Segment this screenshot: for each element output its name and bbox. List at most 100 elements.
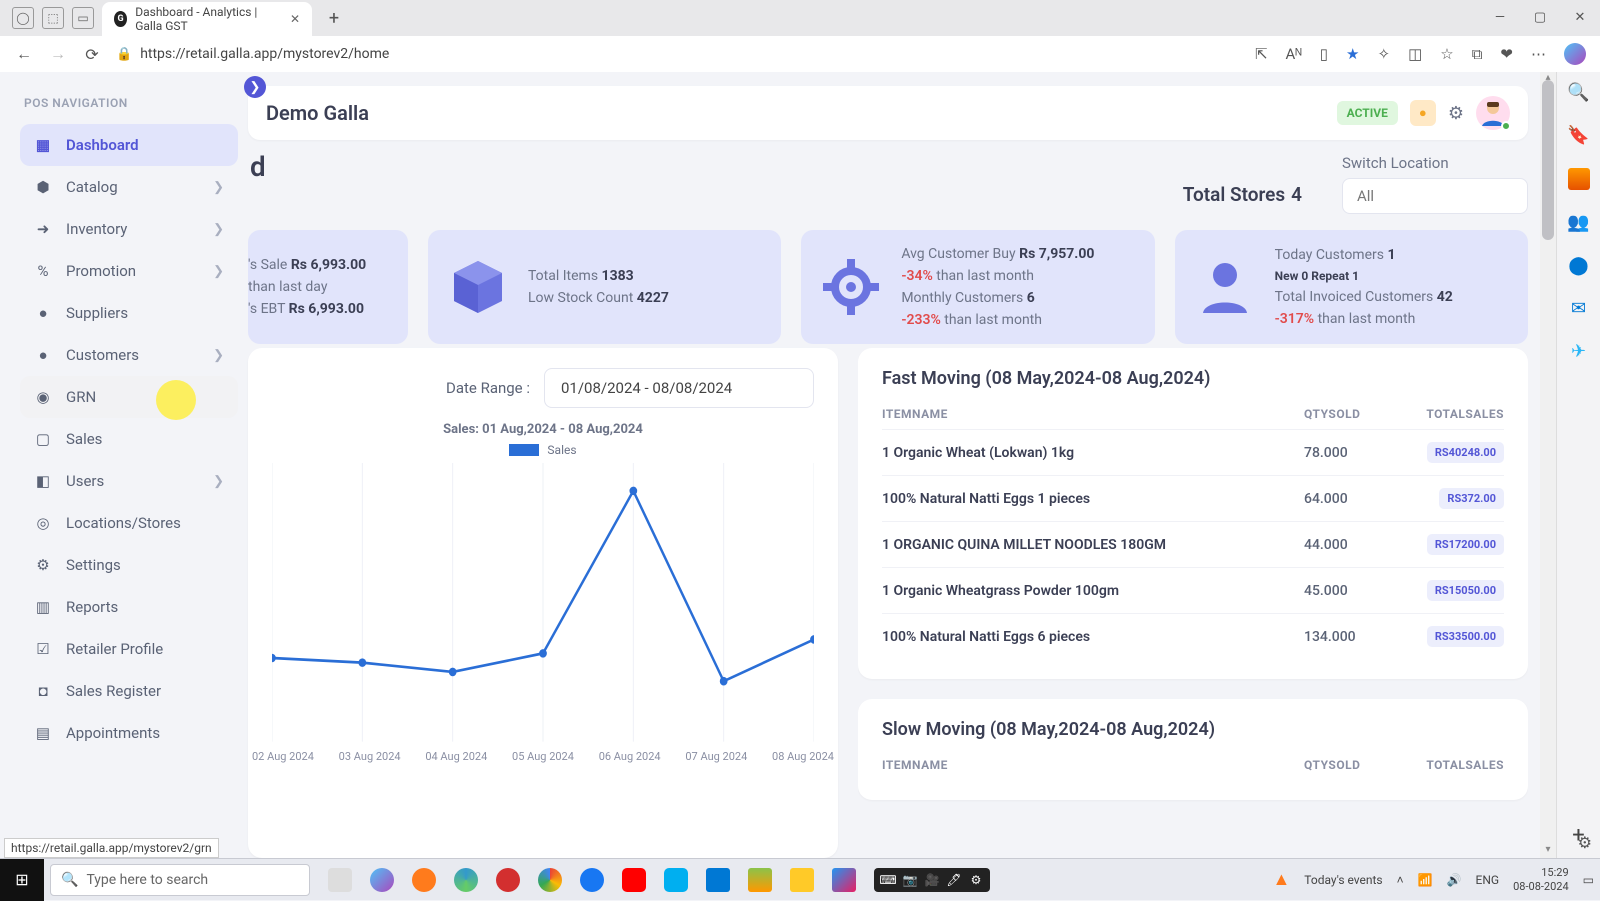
sidebar-item-sales-register[interactable]: ◘Sales Register bbox=[20, 670, 238, 712]
favorite-icon[interactable]: ★ bbox=[1346, 45, 1359, 63]
shopping-tag-icon[interactable]: 🔖 bbox=[1567, 125, 1589, 146]
browser-tab[interactable]: G Dashboard - Analytics | Galla GST ✕ bbox=[102, 2, 312, 36]
switch-location-label: Switch Location bbox=[1342, 154, 1528, 172]
capture-toolbar[interactable]: ⌨📷🎥🖊⚙ bbox=[874, 868, 990, 892]
sidebar-item-sales[interactable]: ▢Sales bbox=[20, 418, 238, 460]
presence-dot-icon bbox=[1501, 121, 1511, 131]
nav-label: GRN bbox=[66, 388, 96, 406]
network-icon[interactable]: 📶 bbox=[1418, 873, 1433, 887]
app-icon-2[interactable] bbox=[832, 868, 856, 892]
scroll-thumb[interactable] bbox=[1542, 80, 1554, 240]
notifications-icon[interactable]: ▭ bbox=[1583, 873, 1594, 887]
more-icon[interactable]: ⋯ bbox=[1531, 45, 1546, 63]
weather-icon[interactable]: ▲ bbox=[1272, 869, 1290, 890]
minimize-button[interactable]: — bbox=[1486, 4, 1514, 30]
top-meta: Total Stores 4 Switch Location All bbox=[248, 154, 1528, 214]
edge-settings-icon[interactable]: ⚙ bbox=[1578, 833, 1592, 852]
nav-toggle-button[interactable]: ❯ bbox=[244, 76, 266, 98]
facebook-icon[interactable] bbox=[580, 868, 604, 892]
skype-icon[interactable] bbox=[664, 868, 688, 892]
status-badge: ACTIVE bbox=[1337, 101, 1398, 125]
avatar[interactable] bbox=[1476, 96, 1510, 130]
send-icon[interactable]: ✈ bbox=[1571, 341, 1586, 362]
copilot-icon[interactable] bbox=[1564, 43, 1586, 65]
nav-label: Locations/Stores bbox=[66, 514, 181, 532]
reader-icon[interactable]: ▯ bbox=[1320, 45, 1328, 63]
firefox-icon[interactable] bbox=[412, 868, 436, 892]
sidebar-item-appointments[interactable]: ▤ Appointments bbox=[20, 712, 238, 754]
scroll-down-icon[interactable]: ▾ bbox=[1540, 844, 1556, 858]
chrome-icon[interactable] bbox=[538, 868, 562, 892]
tab-actions-icon[interactable]: ▭ bbox=[72, 7, 94, 29]
edge-icon[interactable] bbox=[454, 868, 478, 892]
nav-icon: ● bbox=[34, 346, 52, 364]
nav-icon: ◎ bbox=[34, 514, 52, 532]
favorites-bar-icon[interactable]: ☆ bbox=[1440, 45, 1453, 63]
profile-icon[interactable]: ◯ bbox=[12, 7, 34, 29]
shopping-icon[interactable]: ❤ bbox=[1500, 45, 1513, 63]
sidebar-item-locations-stores[interactable]: ◎ Locations/Stores bbox=[20, 502, 238, 544]
url-box[interactable]: 🔒 https://retail.galla.app/mystorev2/hom… bbox=[116, 46, 389, 62]
open-external-icon[interactable]: ⇱ bbox=[1255, 45, 1268, 63]
x-tick: 07 Aug 2024 bbox=[685, 750, 747, 763]
refresh-button[interactable]: ⟳ bbox=[82, 44, 102, 64]
search-icon[interactable]: 🔍 bbox=[1567, 82, 1589, 103]
tab-close-icon[interactable]: ✕ bbox=[290, 12, 300, 26]
sidebar-item-reports[interactable]: ▥Reports bbox=[20, 586, 238, 628]
sidebar-item-promotion[interactable]: %Promotion❯ bbox=[20, 250, 238, 292]
tools-icon[interactable] bbox=[1568, 168, 1590, 190]
nav-icon: % bbox=[34, 262, 52, 280]
office-icon[interactable]: ⬤ bbox=[1568, 255, 1588, 276]
taskbar-search[interactable]: 🔍 Type here to search bbox=[50, 864, 310, 896]
nav-heading: POS NAVIGATION bbox=[24, 96, 238, 110]
copilot-taskbar-icon[interactable] bbox=[370, 868, 394, 892]
workspaces-icon[interactable]: ⬚ bbox=[42, 7, 64, 29]
sidebar-item-customers[interactable]: ●Customers❯ bbox=[20, 334, 238, 376]
extensions-icon[interactable]: ✧ bbox=[1377, 45, 1390, 63]
task-view-icon[interactable] bbox=[328, 868, 352, 892]
explorer-icon[interactable] bbox=[790, 868, 814, 892]
x-tick: 06 Aug 2024 bbox=[599, 750, 661, 763]
switch-location-select[interactable]: All bbox=[1342, 178, 1528, 214]
main-row: Date Range : 01/08/2024 - 08/08/2024 Sal… bbox=[248, 348, 1528, 858]
record-icon[interactable] bbox=[496, 868, 520, 892]
language-indicator[interactable]: ENG bbox=[1476, 873, 1500, 887]
outlook-icon[interactable]: ✉ bbox=[1571, 298, 1586, 319]
close-window-button[interactable]: ✕ bbox=[1566, 4, 1594, 30]
sidebar-item-settings[interactable]: ⚙Settings bbox=[20, 544, 238, 586]
nav-label: Appointments bbox=[66, 724, 160, 742]
start-button[interactable]: ⊞ bbox=[0, 859, 44, 901]
sidebar-item-suppliers[interactable]: ●Suppliers bbox=[20, 292, 238, 334]
new-tab-button[interactable]: + bbox=[320, 4, 348, 32]
nav-label: Suppliers bbox=[66, 304, 128, 322]
clock[interactable]: 15:29 08-08-2024 bbox=[1513, 866, 1569, 892]
alert-badge[interactable]: ● bbox=[1410, 100, 1436, 126]
sidebar-item-inventory[interactable]: ➜Inventory❯ bbox=[20, 208, 238, 250]
nav-icon: ▦ bbox=[34, 136, 52, 154]
settings-icon[interactable]: ⚙ bbox=[1448, 103, 1464, 124]
volume-icon[interactable]: 🔊 bbox=[1447, 873, 1462, 887]
read-aloud-icon[interactable]: Aᴺ bbox=[1286, 45, 1302, 63]
sidebar-item-users[interactable]: ◧Users❯ bbox=[20, 460, 238, 502]
store-icon[interactable] bbox=[706, 868, 730, 892]
sidebar-item-retailer-profile[interactable]: ☑Retailer Profile bbox=[20, 628, 238, 670]
sidebar-item-grn[interactable]: ◉GRN bbox=[20, 376, 238, 418]
split-icon[interactable]: ◫ bbox=[1408, 45, 1422, 63]
collections-icon[interactable]: ⧉ bbox=[1472, 45, 1483, 63]
youtube-icon[interactable] bbox=[622, 868, 646, 892]
sidebar-item-dashboard[interactable]: ▦Dashboard bbox=[20, 124, 238, 166]
nav-icon: ▤ bbox=[34, 724, 52, 742]
todays-events[interactable]: Today's events bbox=[1304, 873, 1382, 887]
x-tick: 08 Aug 2024 bbox=[772, 750, 834, 763]
back-button[interactable]: ← bbox=[14, 44, 34, 64]
tray-expand-icon[interactable]: ˄ bbox=[1397, 873, 1404, 887]
page-scrollbar[interactable]: ▴ ▾ bbox=[1540, 72, 1556, 858]
tab-title: Dashboard - Analytics | Galla GST bbox=[135, 5, 282, 33]
date-range-input[interactable]: 01/08/2024 - 08/08/2024 bbox=[544, 368, 814, 408]
nav-icon: ◘ bbox=[34, 682, 52, 700]
app-icon-1[interactable] bbox=[748, 868, 772, 892]
maximize-button[interactable]: ▢ bbox=[1526, 4, 1554, 30]
people-icon[interactable]: 👥 bbox=[1567, 212, 1589, 233]
window-controls: — ▢ ✕ bbox=[1486, 4, 1594, 30]
sidebar-item-catalog[interactable]: ⬢Catalog❯ bbox=[20, 166, 238, 208]
